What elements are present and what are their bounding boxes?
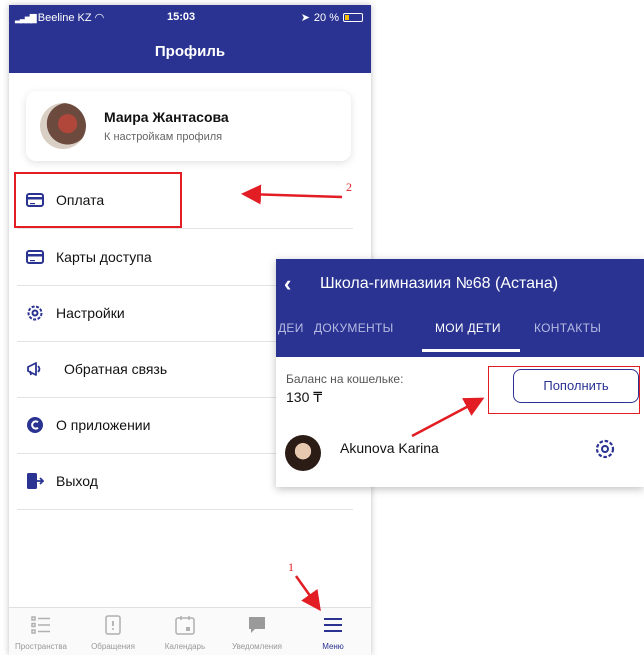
annotation-arrows bbox=[241, 184, 485, 612]
arrow-to-payment bbox=[241, 184, 343, 205]
arrow-to-topup bbox=[411, 397, 485, 438]
screenshot-stage: ▂▃▅▇ Beeline KZ ◠ 15:03 ➤ 20 % Профиль М… bbox=[0, 0, 644, 655]
arrow-to-menu-tab bbox=[294, 575, 321, 612]
